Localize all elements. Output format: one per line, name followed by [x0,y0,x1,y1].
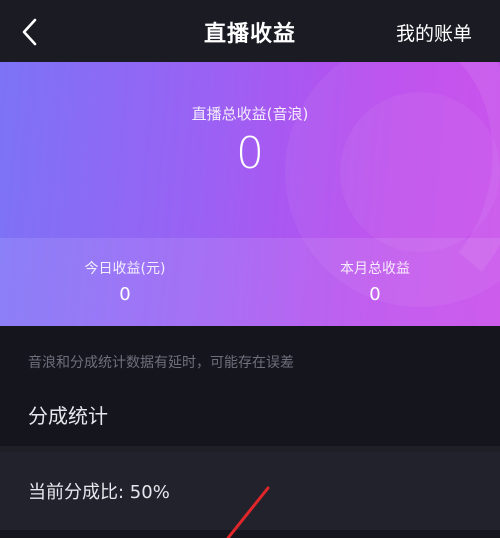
my-bill-link[interactable]: 我的账单 [396,19,472,46]
month-earnings: 本月总收益 0 [250,238,500,326]
earnings-breakdown: 今日收益(元) 0 本月总收益 0 [0,238,500,326]
delay-notice: 音浪和分成统计数据有延时，可能存在误差 [28,355,294,371]
share-ratio-row[interactable]: 当前分成比: 50% [0,452,500,530]
today-earnings-label: 今日收益(元) [84,261,166,277]
today-earnings: 今日收益(元) 0 [0,238,250,326]
share-stats-title: 分成统计 [28,404,108,428]
today-earnings-value: 0 [119,284,131,305]
top-nav-bar: 直播收益 我的账单 [0,0,500,62]
share-ratio-text: 当前分成比: 50% [28,482,170,503]
back-button[interactable] [14,14,50,50]
earnings-summary-card: 直播总收益(音浪) 0 今日收益(元) 0 本月总收益 0 [0,62,500,326]
chevron-left-icon [22,18,37,46]
month-earnings-label: 本月总收益 [340,261,410,277]
total-earnings-label: 直播总收益(音浪) [191,105,309,123]
total-earnings-value: 0 [236,128,264,179]
month-earnings-value: 0 [369,284,381,305]
live-earnings-screen: 直播收益 我的账单 直播总收益(音浪) 0 今日收益(元) 0 本月总收益 0 … [0,0,500,538]
